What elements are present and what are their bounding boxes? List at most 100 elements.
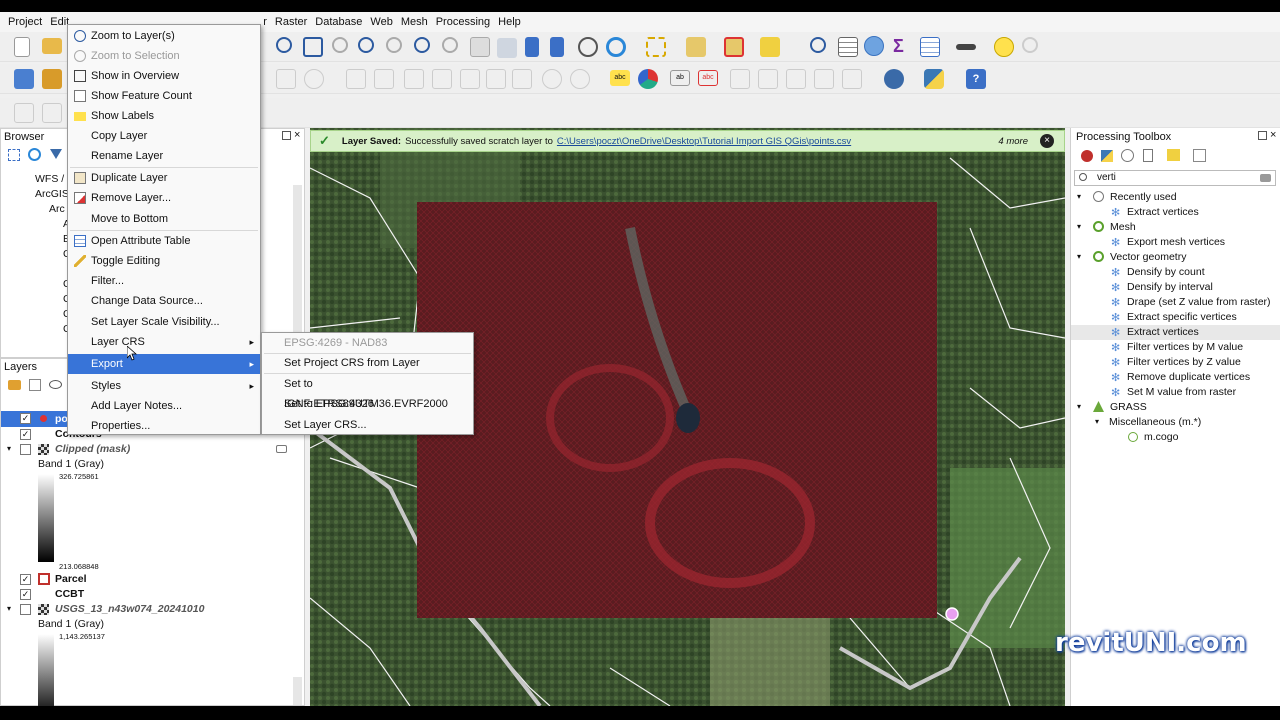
statistics-sigma-icon[interactable]: Σ	[893, 36, 913, 56]
menu-database[interactable]: Database	[311, 16, 366, 28]
expand-arrow-icon[interactable]: ▾	[1077, 402, 1081, 411]
expand-arrow-icon[interactable]: ▾	[1095, 417, 1099, 426]
menu-layer-crs[interactable]: Layer CRS ▸	[68, 332, 260, 352]
select-location-icon[interactable]	[760, 37, 780, 57]
group-vector-geometry[interactable]: Vector geometry	[1110, 251, 1186, 263]
history-icon[interactable]	[1121, 149, 1134, 162]
add-feature-icon[interactable]	[404, 69, 424, 89]
deselect-icon[interactable]	[724, 37, 744, 57]
open-project-icon[interactable]	[42, 38, 62, 54]
group-miscellaneous[interactable]: Miscellaneous (m.*)	[1109, 416, 1201, 428]
label-rotate-icon[interactable]: abc	[698, 70, 718, 86]
browser-filter-icon[interactable]	[50, 149, 62, 159]
options-icon[interactable]	[1193, 149, 1206, 162]
algo-drape[interactable]: Drape (set Z value from raster)	[1127, 296, 1271, 308]
menu-show-in-overview[interactable]: Show in Overview	[68, 66, 260, 86]
expand-arrow-icon[interactable]: ▾	[1077, 252, 1081, 261]
browser-scrollbar[interactable]	[293, 185, 302, 355]
browser-float-icon[interactable]	[282, 131, 291, 140]
zoom-layer-icon[interactable]	[332, 37, 348, 53]
label-abc-icon[interactable]: abc	[610, 70, 630, 86]
menu-duplicate-layer[interactable]: Duplicate Layer	[68, 168, 260, 188]
zoom-full-icon[interactable]	[303, 37, 323, 57]
label-props-icon[interactable]	[814, 69, 834, 89]
models-icon[interactable]	[1081, 150, 1093, 162]
algo-extract-specific[interactable]: Extract specific vertices	[1127, 311, 1237, 323]
expand-arrow-icon[interactable]: ▾	[7, 444, 11, 453]
algo-export-mesh-vertices[interactable]: Export mesh vertices	[1127, 236, 1225, 248]
vertex-tool-icon[interactable]	[346, 69, 366, 89]
results-icon[interactable]	[1143, 149, 1153, 162]
browser-close-icon[interactable]: ×	[294, 129, 300, 141]
browser-item[interactable]: ArcGIS	[35, 188, 69, 200]
toolbox-float-icon[interactable]	[1258, 131, 1267, 140]
browser-refresh-icon[interactable]	[28, 148, 41, 161]
attribute-table-icon[interactable]	[838, 37, 858, 57]
measure-icon[interactable]	[956, 44, 976, 50]
toolbox-close-icon[interactable]: ×	[1270, 129, 1276, 141]
select-attr-icon[interactable]	[686, 37, 706, 57]
menu-open-attribute-table[interactable]: Open Attribute Table	[68, 231, 260, 251]
expand-arrow-icon[interactable]: ▾	[1077, 192, 1081, 201]
menu-change-data-source[interactable]: Change Data Source...	[68, 291, 260, 311]
layer-checkbox[interactable]: ✓	[20, 574, 31, 585]
menu-filter[interactable]: Filter...	[68, 271, 260, 291]
label-rotate2-icon[interactable]	[842, 69, 862, 89]
submenu-set-epsg4326[interactable]: Set to EPSG:4326	[262, 394, 473, 414]
zoom-last-icon[interactable]	[386, 37, 402, 53]
clear-search-icon[interactable]	[1260, 174, 1271, 182]
layer-checkbox[interactable]	[20, 444, 31, 455]
submenu-set-layer-crs[interactable]: Set Layer CRS...	[262, 415, 473, 435]
layer-indicator-icon[interactable]	[276, 445, 287, 453]
redo-icon[interactable]	[570, 69, 590, 89]
message-link[interactable]: C:\Users\poczt\OneDrive\Desktop\Tutorial…	[557, 136, 851, 147]
layer-checkbox[interactable]: ✓	[20, 589, 31, 600]
layout-icon[interactable]	[920, 37, 940, 57]
group-mesh[interactable]: Mesh	[1110, 221, 1136, 233]
menu-copy-layer[interactable]: Copy Layer	[68, 126, 260, 146]
new-bookmark-icon[interactable]	[442, 37, 458, 53]
digitize-icon[interactable]	[14, 103, 34, 123]
submenu-set-project-crs[interactable]: Set Project CRS from Layer	[262, 353, 473, 373]
menu-show-labels[interactable]: Show Labels	[68, 106, 260, 126]
toolbox-search[interactable]: verti	[1074, 170, 1276, 186]
bookmark-icon[interactable]	[525, 37, 539, 57]
data-source-manager-icon[interactable]	[14, 69, 34, 89]
menu-show-feature-count[interactable]: Show Feature Count	[68, 86, 260, 106]
menu-processing[interactable]: Processing	[432, 16, 494, 28]
algo-extract-vertices[interactable]: Extract vertices	[1127, 326, 1199, 338]
add-point-icon[interactable]	[304, 69, 324, 89]
cut-icon[interactable]	[460, 69, 480, 89]
menu-help[interactable]: Help	[494, 16, 525, 28]
menu-styles[interactable]: Styles ▸	[68, 376, 260, 396]
add-selected-icon[interactable]	[8, 149, 20, 161]
zoom-selection-icon[interactable]	[358, 37, 374, 53]
layers-scrollbar[interactable]	[293, 677, 302, 705]
layer-checkbox[interactable]: ✓	[20, 429, 31, 440]
layer-checkbox[interactable]	[20, 604, 31, 615]
algo-filter-m[interactable]: Filter vertices by M value	[1127, 341, 1243, 353]
group-grass[interactable]: GRASS	[1110, 401, 1147, 413]
identify-icon[interactable]	[810, 37, 826, 53]
layer-style-icon[interactable]	[8, 380, 21, 390]
search-input[interactable]: verti	[1097, 172, 1116, 183]
menu-set-scale-visibility[interactable]: Set Layer Scale Visibility...	[68, 312, 260, 332]
algo-extract-vertices[interactable]: Extract vertices	[1127, 206, 1199, 218]
algo-set-m[interactable]: Set M value from raster	[1127, 386, 1236, 398]
select-features-icon[interactable]	[646, 37, 666, 57]
menu-toggle-editing[interactable]: Toggle Editing	[68, 251, 260, 271]
visibility-eye-icon[interactable]	[49, 380, 62, 389]
expand-arrow-icon[interactable]: ▾	[7, 604, 11, 613]
map-view-icon[interactable]	[470, 37, 490, 57]
help-icon[interactable]: ?	[966, 69, 986, 89]
menu-export[interactable]: Export ▸	[68, 354, 260, 374]
message-close-icon[interactable]: ×	[1040, 134, 1054, 148]
scripts-icon[interactable]	[1101, 150, 1113, 162]
menu-mesh[interactable]: Mesh	[397, 16, 432, 28]
menu-remove-layer[interactable]: Remove Layer...	[68, 188, 260, 208]
new-project-icon[interactable]	[14, 37, 30, 57]
label-move-icon[interactable]	[730, 69, 750, 89]
multi-edit-icon[interactable]	[374, 69, 394, 89]
undo-icon[interactable]	[542, 69, 562, 89]
delete-icon[interactable]	[432, 69, 452, 89]
